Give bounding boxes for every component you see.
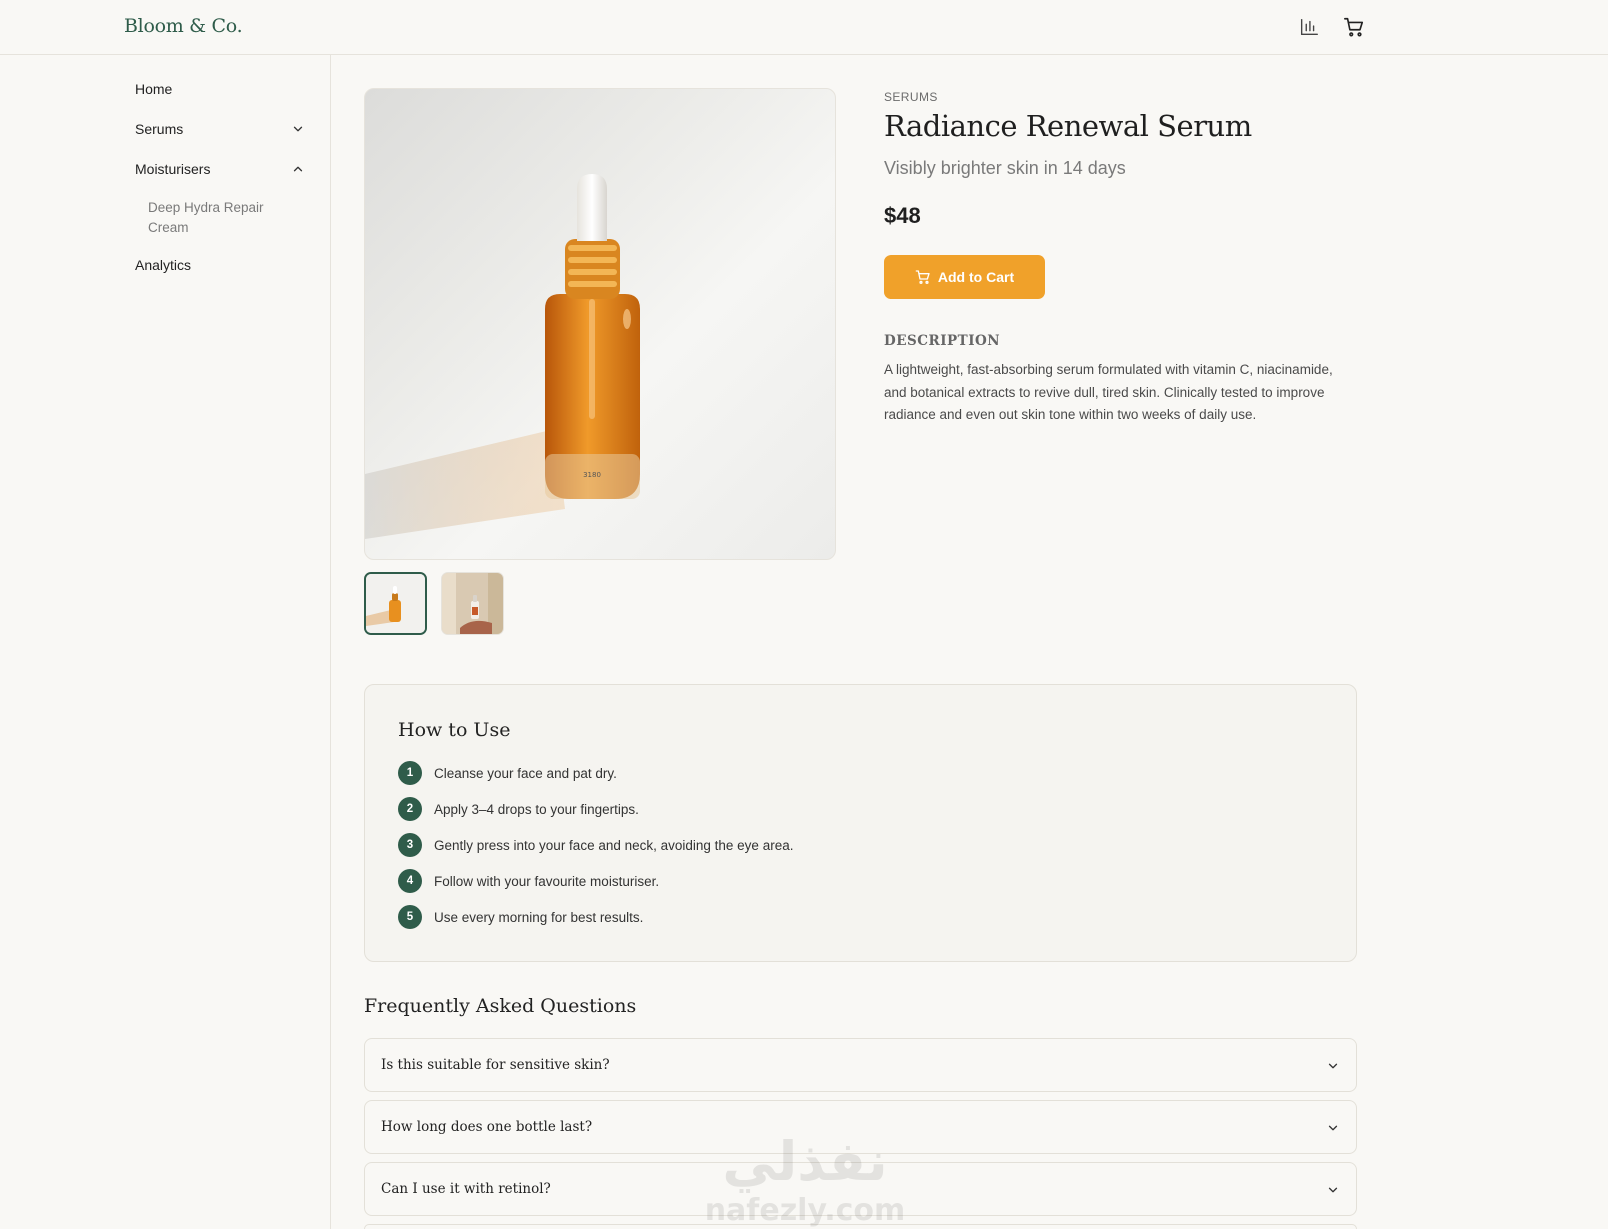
chevron-down-icon — [293, 126, 303, 132]
product-description: A lightweight, fast-absorbing serum form… — [884, 362, 1333, 422]
sidebar-item-analytics[interactable]: Analytics — [135, 257, 305, 273]
how-to-step: 2 Apply 3–4 drops to your fingertips. — [398, 797, 639, 821]
add-to-cart-label: Add to Cart — [937, 269, 1015, 285]
how-to-step: 1 Cleanse your face and pat dry. — [398, 761, 617, 785]
thumbnail-image — [366, 574, 425, 633]
step-text: Cleanse your face and pat dry. — [434, 765, 617, 781]
sidebar-item-label: Moisturisers — [135, 161, 211, 177]
faq-item[interactable]: How long does one bottle last? — [364, 1100, 1357, 1154]
step-text: Use every morning for best results. — [434, 909, 644, 925]
chevron-down-icon — [1328, 1187, 1338, 1193]
product-category[interactable]: SERUMS — [884, 90, 938, 104]
faq-question: Can I use it with retinol? — [381, 1181, 551, 1197]
step-number: 3 — [398, 833, 422, 857]
sidebar: Home Serums Moisturisers Deep Hydra Repa… — [0, 55, 331, 1229]
sidebar-subitem-deep-hydra-repair-cream[interactable]: Deep Hydra Repair Cream — [148, 198, 288, 238]
bottle-label-text: 3180 — [583, 471, 601, 479]
sidebar-item-serums[interactable]: Serums — [135, 121, 305, 137]
serum-bottle-illustration: 3180 — [365, 174, 640, 539]
faq-question: Is this suitable for sensitive skin? — [381, 1057, 610, 1073]
cart-icon — [915, 270, 930, 284]
chevron-down-icon — [1328, 1125, 1338, 1131]
faq-item[interactable]: Is this suitable for sensitive skin? — [364, 1038, 1357, 1092]
faq-item[interactable]: Can I use it with retinol? — [364, 1162, 1357, 1216]
faq-title: Frequently Asked Questions — [364, 995, 637, 1017]
description-heading: DESCRIPTION — [884, 333, 1001, 349]
thumbnail-1[interactable] — [364, 572, 427, 635]
step-text: Gently press into your face and neck, av… — [434, 837, 794, 853]
cart-icon[interactable] — [1343, 16, 1365, 38]
chevron-down-icon — [1328, 1063, 1338, 1069]
analytics-icon[interactable] — [1298, 16, 1320, 38]
product-price: $48 — [884, 203, 921, 228]
step-text: Apply 3–4 drops to your fingertips. — [434, 801, 639, 817]
sidebar-item-moisturisers[interactable]: Moisturisers — [135, 161, 305, 177]
how-to-step: 4 Follow with your favourite moisturiser… — [398, 869, 659, 893]
product-main-image: 3180 — [364, 88, 836, 560]
faq-question: How long does one bottle last? — [381, 1119, 593, 1135]
brand-logo[interactable]: Bloom & Co. — [124, 15, 243, 37]
how-to-use-card: How to Use 1 Cleanse your face and pat d… — [364, 684, 1357, 962]
how-to-use-title: How to Use — [398, 719, 511, 741]
sidebar-item-home[interactable]: Home — [135, 81, 305, 97]
product-title: Radiance Renewal Serum — [884, 109, 1252, 143]
add-to-cart-button[interactable]: Add to Cart — [884, 255, 1045, 299]
step-number: 5 — [398, 905, 422, 929]
sidebar-item-label: Serums — [135, 121, 184, 137]
step-text: Follow with your favourite moisturiser. — [434, 873, 660, 889]
step-number: 1 — [398, 761, 422, 785]
top-header: Bloom & Co. — [0, 0, 1608, 55]
thumbnail-image — [442, 573, 503, 634]
faq-item-partial[interactable] — [364, 1224, 1357, 1229]
step-number: 2 — [398, 797, 422, 821]
thumbnail-2[interactable] — [441, 572, 504, 635]
how-to-step: 3 Gently press into your face and neck, … — [398, 833, 793, 857]
product-subtitle: Visibly brighter skin in 14 days — [884, 158, 1126, 178]
how-to-step: 5 Use every morning for best results. — [398, 905, 643, 929]
step-number: 4 — [398, 869, 422, 893]
chevron-up-icon — [293, 166, 303, 172]
